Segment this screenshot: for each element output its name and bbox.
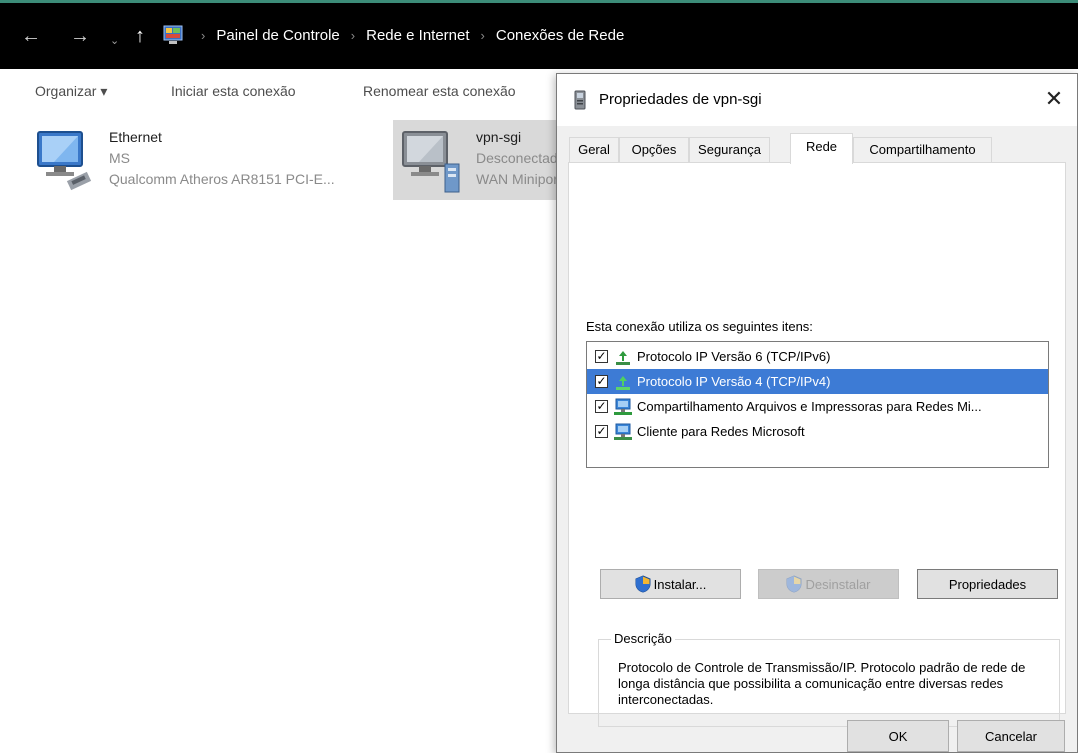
breadcrumb-separator-icon[interactable]: › <box>351 28 355 43</box>
dialog-titlebar[interactable]: Propriedades de vpn-sgi ✕ <box>557 74 1077 126</box>
breadcrumb: › Painel de Controle › Rede e Internet ›… <box>190 27 624 44</box>
breadcrumb-separator-icon[interactable]: › <box>481 28 485 43</box>
connection-name: vpn-sgi <box>476 129 522 145</box>
protocol-icon <box>616 375 630 390</box>
control-panel-icon <box>163 25 183 44</box>
list-item-ipv6[interactable]: ✓ Protocolo IP Versão 6 (TCP/IPv6) <box>587 344 1048 369</box>
up-arrow-icon[interactable]: ↑ <box>135 24 145 48</box>
list-item-label: Protocolo IP Versão 4 (TCP/IPv4) <box>637 374 831 389</box>
ok-button[interactable]: OK <box>847 720 949 752</box>
list-item-ipv4[interactable]: ✓ Protocolo IP Versão 4 (TCP/IPv4) <box>587 369 1048 394</box>
breadcrumb-item-control-panel[interactable]: Painel de Controle <box>216 27 339 44</box>
file-sharing-checkbox[interactable]: ✓ <box>595 400 608 413</box>
organize-menu-button[interactable]: Organizar ▾ <box>35 83 107 100</box>
ms-client-checkbox[interactable]: ✓ <box>595 425 608 438</box>
properties-dialog: Propriedades de vpn-sgi ✕ Geral Opções S… <box>556 73 1078 753</box>
cancel-button[interactable]: Cancelar <box>957 720 1065 752</box>
protocol-icon <box>616 350 630 365</box>
description-legend: Descrição <box>611 631 675 646</box>
list-item-label: Protocolo IP Versão 6 (TCP/IPv6) <box>637 349 831 364</box>
ipv6-checkbox[interactable]: ✓ <box>595 350 608 363</box>
breadcrumb-item-network-internet[interactable]: Rede e Internet <box>366 27 469 44</box>
breadcrumb-item-network-connections[interactable]: Conexões de Rede <box>496 27 624 44</box>
install-button[interactable]: Instalar... <box>600 569 741 599</box>
dialog-title: Propriedades de vpn-sgi <box>599 91 762 108</box>
close-icon[interactable]: ✕ <box>1039 86 1069 114</box>
description-text: Protocolo de Controle de Transmissão/IP.… <box>618 660 1026 707</box>
client-icon <box>614 423 632 440</box>
forward-arrow-icon[interactable]: → <box>70 24 90 48</box>
rename-connection-button[interactable]: Renomear esta conexão <box>363 83 516 99</box>
back-arrow-icon[interactable]: ← <box>21 24 41 48</box>
connection-item-vpn-sgi[interactable]: vpn-sgi Desconectado WAN Miniport <box>393 120 558 200</box>
breadcrumb-separator-icon[interactable]: › <box>201 28 205 43</box>
tab-security[interactable]: Segurança <box>689 137 770 163</box>
install-label: Instalar... <box>653 576 707 592</box>
tab-general[interactable]: Geral <box>569 137 619 163</box>
uac-shield-icon <box>786 575 802 593</box>
connection-device: WAN Miniport <box>476 171 558 187</box>
network-adapter-icon <box>37 131 92 191</box>
uac-shield-icon <box>635 575 651 593</box>
connection-item-ethernet[interactable]: Ethernet MS Qualcomm Atheros AR8151 PCI-… <box>30 120 375 200</box>
connection-device: Qualcomm Atheros AR8151 PCI-E... <box>109 171 335 187</box>
service-icon <box>614 398 632 415</box>
list-item-ms-client[interactable]: ✓ Cliente para Redes Microsoft <box>587 419 1048 444</box>
items-label: Esta conexão utiliza os seguintes itens: <box>586 319 813 334</box>
start-connection-button[interactable]: Iniciar esta conexão <box>171 83 296 99</box>
tab-options[interactable]: Opções <box>619 137 689 163</box>
phone-connection-icon <box>574 90 586 110</box>
description-group: Descrição Protocolo de Controle de Trans… <box>598 631 1060 727</box>
connection-status: Desconectado <box>476 150 558 166</box>
tab-sharing[interactable]: Compartilhamento <box>853 137 992 163</box>
properties-button[interactable]: Propriedades <box>917 569 1058 599</box>
list-item-label: Cliente para Redes Microsoft <box>637 424 805 439</box>
list-item-label: Compartilhamento Arquivos e Impressoras … <box>637 399 982 414</box>
tab-network[interactable]: Rede <box>790 133 853 164</box>
uninstall-button[interactable]: Desinstalar <box>758 569 899 599</box>
list-item-file-sharing[interactable]: ✓ Compartilhamento Arquivos e Impressora… <box>587 394 1048 419</box>
vpn-adapter-icon <box>402 131 460 193</box>
ipv4-checkbox[interactable]: ✓ <box>595 375 608 388</box>
connection-status: MS <box>109 150 130 166</box>
connection-name: Ethernet <box>109 129 162 145</box>
components-list[interactable]: ✓ Protocolo IP Versão 6 (TCP/IPv6) ✓ Pro… <box>586 341 1049 468</box>
recent-locations-chevron-icon[interactable]: ⌄ <box>110 29 119 53</box>
uninstall-label: Desinstalar <box>805 576 871 592</box>
address-bar: ← → ⌄ ↑ › Painel de Controle › Rede e In… <box>0 3 1078 69</box>
network-tab-panel: Esta conexão utiliza os seguintes itens:… <box>568 162 1066 727</box>
